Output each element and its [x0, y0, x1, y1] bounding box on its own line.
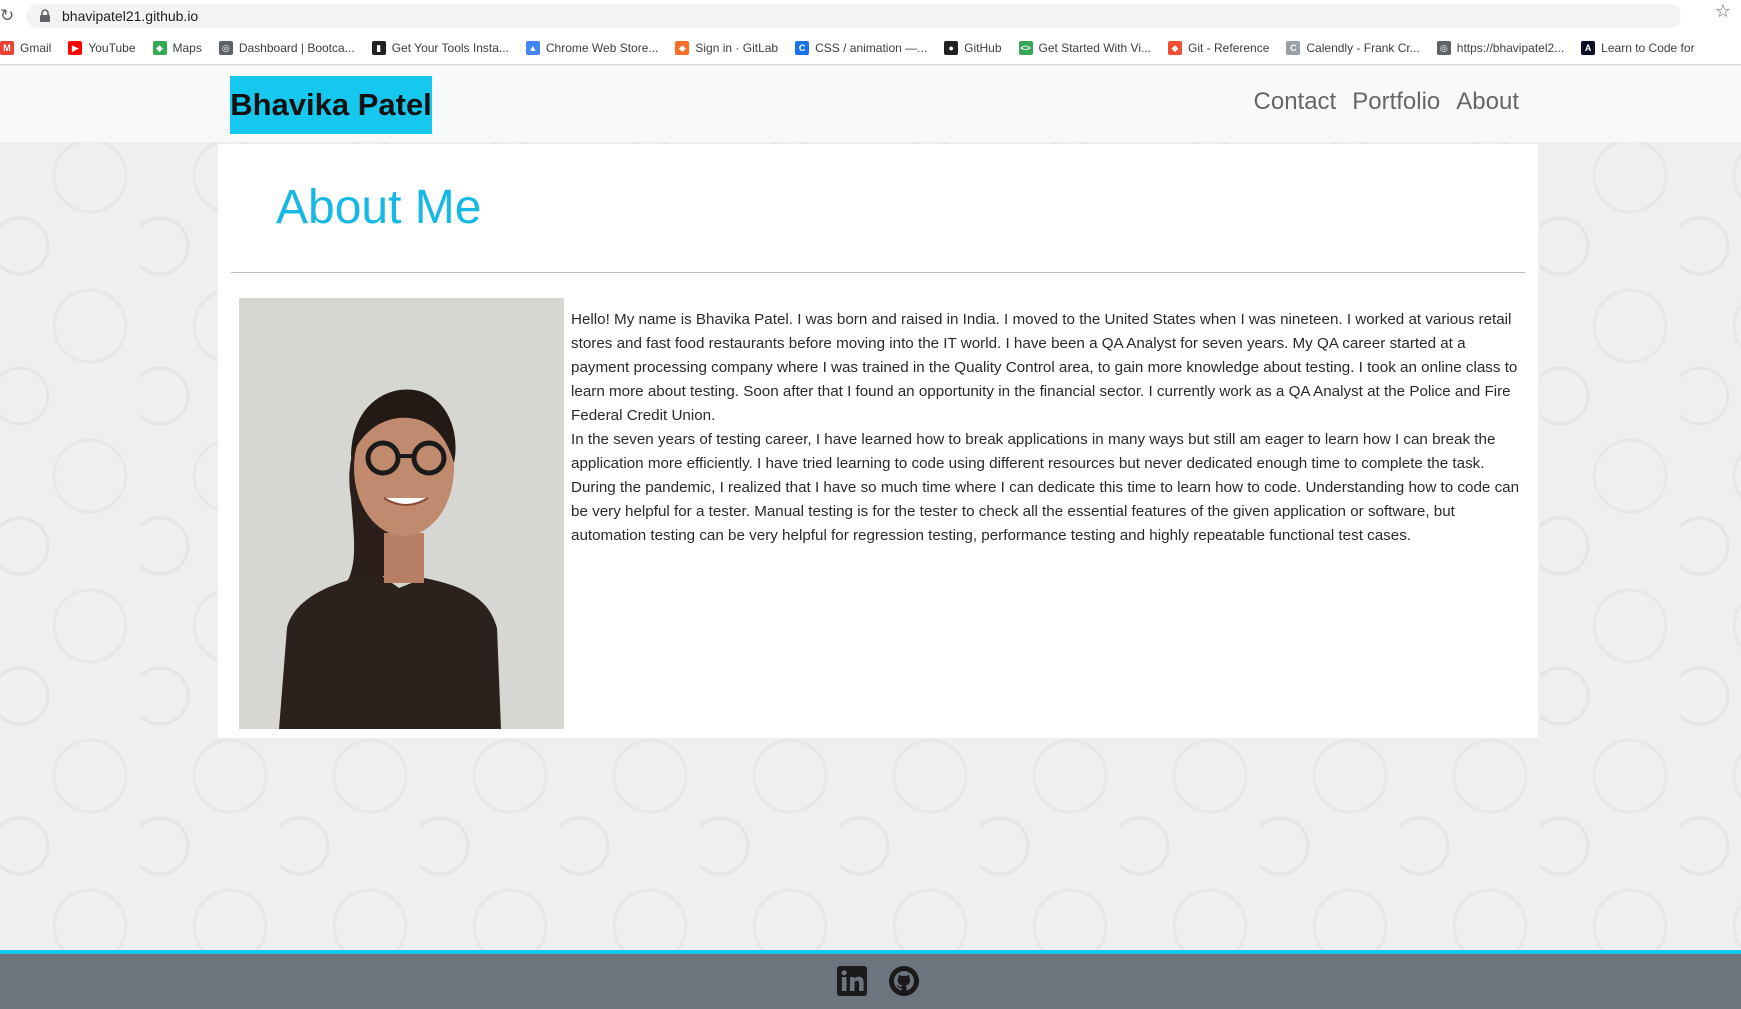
bio-text: Hello! My name is Bhavika Patel. I was b… [571, 308, 1521, 548]
bookmark-item[interactable]: ▲ Chrome Web Store... [525, 41, 659, 55]
browser-toolbar: ↻ bhavipatel21.github.io ☆ [0, 0, 1741, 32]
bookmark-label: Git - Reference [1188, 41, 1270, 55]
bookmarks-bar: M Gmail ▶ YouTube ◆ Maps ◎ Dashboard | Bootca..… [0, 32, 1741, 65]
bookmark-item[interactable]: ◎ https://bhavipatel2... [1436, 41, 1565, 55]
globe-icon: ◎ [218, 41, 233, 55]
profile-photo [239, 298, 564, 729]
git-icon: ◆ [1168, 41, 1183, 55]
divider [231, 272, 1525, 273]
globe-icon: ◎ [1436, 41, 1451, 55]
github-icon[interactable] [888, 965, 920, 997]
bookmark-item[interactable]: C CSS / animation —... [795, 41, 927, 55]
bookmark-label: Sign in · GitLab [695, 41, 779, 55]
calendly-icon: C [1286, 41, 1301, 55]
bookmark-star-icon[interactable]: ☆ [1715, 1, 1731, 22]
bookmark-label: Get Your Tools Insta... [391, 41, 509, 55]
bookmark-label: Maps [172, 41, 202, 55]
brand-logo[interactable]: Bhavika Patel [230, 76, 432, 134]
bookmark-item[interactable]: M Gmail [0, 41, 51, 55]
page-title: About Me [276, 181, 482, 234]
bookmark-label: GitHub [964, 41, 1002, 55]
nav-link-portfolio[interactable]: Portfolio [1352, 88, 1440, 116]
bookmark-item[interactable]: C Calendly - Frank Cr... [1286, 41, 1420, 55]
gmail-icon: M [0, 41, 14, 55]
freecodecamp-icon: A [1581, 41, 1596, 55]
nav-link-contact[interactable]: Contact [1254, 88, 1337, 116]
maps-icon: ◆ [152, 41, 167, 55]
youtube-icon: ▶ [68, 41, 83, 55]
css-icon: C [795, 41, 810, 55]
bookmark-label: Get Started With Vi... [1038, 41, 1152, 55]
code-icon: <> [1018, 41, 1033, 55]
bookmark-item[interactable]: ◆ Sign in · GitLab [675, 41, 778, 55]
bookmark-label: Dashboard | Bootca... [238, 41, 355, 55]
github-icon: ● [944, 41, 959, 55]
bookmark-item[interactable]: ▮ Get Your Tools Insta... [371, 41, 509, 55]
bookmark-item[interactable]: ▶ YouTube [68, 41, 136, 55]
site-navbar: Bhavika Patel Contact Portfolio About [0, 66, 1741, 142]
bookmark-label: https://bhavipatel2... [1456, 41, 1565, 55]
bookmark-item[interactable]: ◎ Dashboard | Bootca... [218, 41, 355, 55]
portrait-illustration [239, 298, 564, 729]
bookmark-item[interactable]: ● GitHub [944, 41, 1002, 55]
bookmark-item[interactable]: <> Get Started With Vi... [1018, 41, 1152, 55]
bio-paragraph: In the seven years of testing career, I … [571, 431, 1520, 544]
bookmark-label: CSS / animation —... [815, 41, 928, 55]
lock-icon [40, 9, 50, 22]
bookmark-item[interactable]: A Learn to Code for [1581, 41, 1695, 55]
bookmark-label: Calendly - Frank Cr... [1306, 41, 1420, 55]
nav-links: Contact Portfolio About [1254, 88, 1519, 116]
reload-icon[interactable]: ↻ [0, 6, 14, 26]
site-footer [0, 950, 1741, 1009]
bookmark-item[interactable]: ◆ Maps [152, 41, 202, 55]
about-card: About Me Hello! My name is Bhavika Patel… [218, 144, 1538, 738]
gitlab-icon: ◆ [675, 41, 690, 55]
bookmark-label: Gmail [20, 41, 52, 55]
chrome-store-icon: ▲ [525, 41, 540, 55]
linkedin-icon[interactable] [836, 965, 868, 997]
bookmark-label: Chrome Web Store... [545, 41, 659, 55]
bookmark-label: YouTube [88, 41, 136, 55]
address-bar[interactable]: bhavipatel21.github.io [26, 4, 1681, 28]
url-text: bhavipatel21.github.io [62, 8, 199, 24]
bookmark-item[interactable]: ◆ Git - Reference [1168, 41, 1269, 55]
book-icon: ▮ [371, 41, 386, 55]
social-links [836, 965, 920, 997]
bio-paragraph: Hello! My name is Bhavika Patel. I was b… [571, 311, 1518, 424]
bookmark-label: Learn to Code for [1601, 41, 1695, 55]
nav-link-about[interactable]: About [1456, 88, 1519, 116]
